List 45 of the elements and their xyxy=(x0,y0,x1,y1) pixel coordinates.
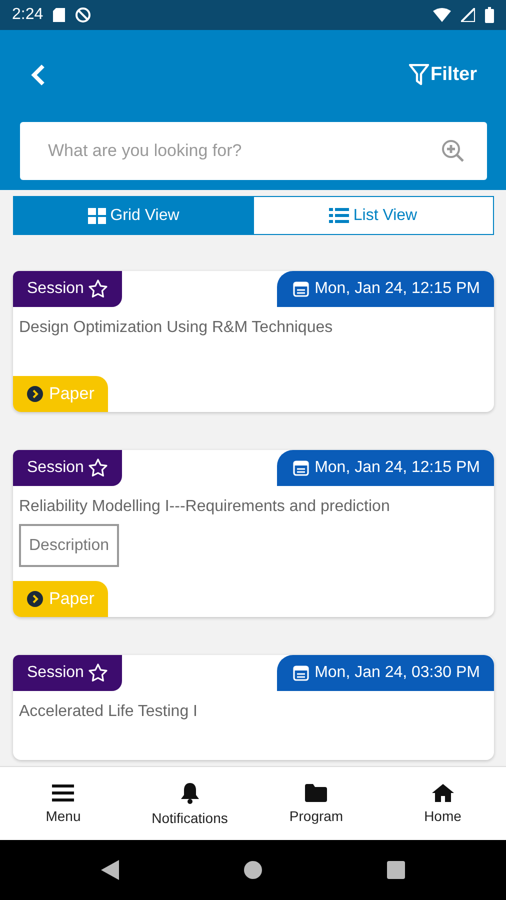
calendar-icon xyxy=(292,665,309,681)
grid-icon xyxy=(88,208,106,224)
star-icon[interactable] xyxy=(88,458,108,478)
bottom-nav-item[interactable]: Program xyxy=(253,767,380,840)
bottom-nav-item[interactable]: Notifications xyxy=(126,767,253,840)
list-icon xyxy=(329,208,350,224)
description-button[interactable]: Description xyxy=(19,524,120,567)
bell-icon xyxy=(180,782,200,804)
back-icon[interactable] xyxy=(30,63,46,87)
session-title: Design Optimization Using R&M Techniques xyxy=(19,318,334,338)
session-card[interactable]: Session Mon, Jan 24, 12:15 PM Design Optimization Using R&M Techniques Paper xyxy=(13,271,494,412)
home-icon xyxy=(432,784,454,802)
session-card[interactable]: Session Mon, Jan 24, 03:30 PM Accelerated Life Testing I xyxy=(13,655,494,760)
star-icon[interactable] xyxy=(88,279,108,299)
chevron-circle-icon xyxy=(27,591,43,607)
session-title: Accelerated Life Testing I xyxy=(19,702,198,722)
chevron-circle-icon xyxy=(27,386,43,402)
session-type-label: Session xyxy=(13,450,122,486)
zoom-in-icon xyxy=(441,139,465,163)
session-title: Reliability Modelling I---Requirements and prediction xyxy=(19,497,391,517)
session-type-label: Session xyxy=(13,655,122,691)
bottom-nav-item[interactable]: Home xyxy=(380,767,506,840)
battery-icon xyxy=(485,7,494,23)
view-tab[interactable]: List View xyxy=(254,197,493,234)
session-date-label: Mon, Jan 24, 12:15 PM xyxy=(276,271,494,307)
menu-icon xyxy=(52,784,74,802)
calendar-icon xyxy=(292,281,309,297)
session-date-label: Mon, Jan 24, 03:30 PM xyxy=(276,655,494,691)
status-time: 2:24 xyxy=(12,6,44,24)
filter-button[interactable]: Filter xyxy=(408,64,477,86)
back-triangle-icon[interactable] xyxy=(101,860,119,880)
wifi-icon xyxy=(433,8,451,22)
session-card[interactable]: Session Mon, Jan 24, 12:15 PM Reliability Modelling I---Requirements and prediction Description Paper xyxy=(13,450,494,617)
session-date-label: Mon, Jan 24, 12:15 PM xyxy=(276,450,494,486)
bottom-nav-item[interactable]: Menu xyxy=(0,767,126,840)
folder-icon xyxy=(305,784,328,802)
star-icon[interactable] xyxy=(88,663,108,683)
search-bar[interactable]: What are you looking for? xyxy=(20,122,487,180)
filter-icon xyxy=(408,64,429,86)
signal-icon xyxy=(461,8,475,22)
calendar-icon xyxy=(292,460,309,476)
home-circle-icon[interactable] xyxy=(244,861,262,879)
view-tab[interactable]: Grid View xyxy=(14,197,254,234)
sd-card-icon xyxy=(53,8,66,22)
session-type-label: Session xyxy=(13,271,122,307)
